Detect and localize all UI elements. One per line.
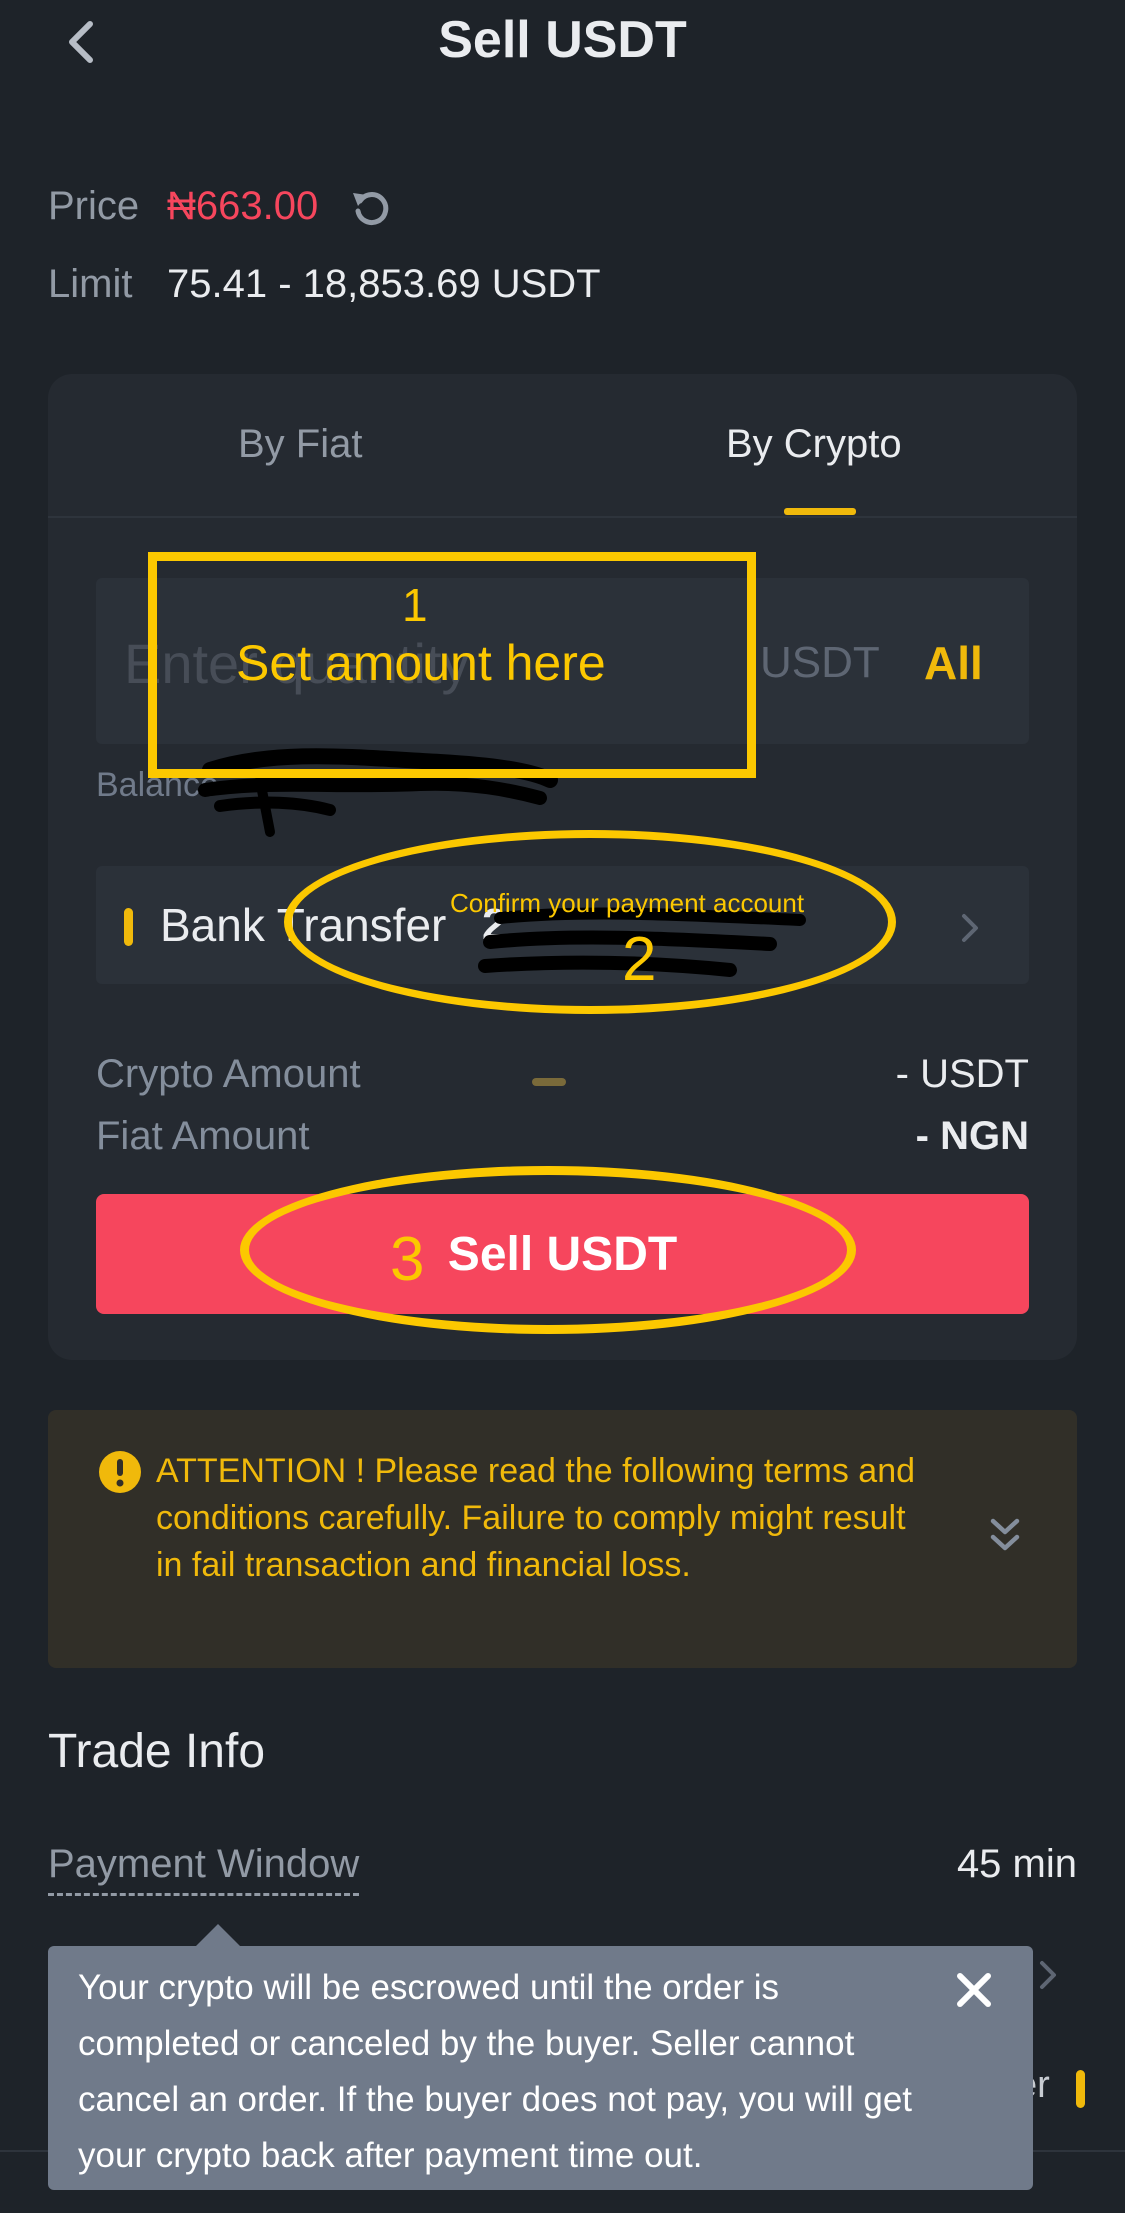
row-marker bbox=[1076, 2070, 1085, 2108]
smudge-mark bbox=[532, 1078, 566, 1086]
limit-label: Limit bbox=[48, 262, 133, 306]
close-icon[interactable] bbox=[952, 1968, 996, 2012]
chevron-right-icon[interactable] bbox=[956, 910, 984, 946]
payment-method-marker bbox=[124, 908, 133, 946]
price-value: ₦663.00 bbox=[167, 184, 319, 228]
chevron-right-icon[interactable] bbox=[1036, 1958, 1060, 1992]
annotation-text-1: Set amount here bbox=[236, 635, 606, 691]
tab-by-fiat[interactable]: By Fiat bbox=[238, 422, 362, 467]
quantity-unit: USDT bbox=[760, 638, 880, 687]
warning-icon bbox=[99, 1451, 141, 1493]
tooltip-arrow bbox=[196, 1924, 240, 1946]
crypto-amount-value: - USDT bbox=[895, 1052, 1029, 1096]
active-tab-indicator bbox=[784, 508, 856, 515]
annotation-ellipse-2 bbox=[284, 830, 896, 1014]
fiat-amount-label: Fiat Amount bbox=[96, 1114, 310, 1158]
trade-info-title: Trade Info bbox=[48, 1725, 266, 1778]
annotation-number-2: 2 bbox=[622, 925, 657, 994]
tab-divider bbox=[48, 516, 1077, 518]
annotation-ellipse-3 bbox=[240, 1166, 856, 1334]
annotation-text-2: Confirm your payment account bbox=[450, 888, 805, 918]
payment-window-label[interactable]: Payment Window bbox=[48, 1842, 360, 1896]
payment-window-value: 45 min bbox=[956, 1842, 1077, 1886]
attention-text: ATTENTION ! Please read the following te… bbox=[156, 1452, 916, 1584]
double-chevron-down-icon[interactable] bbox=[988, 1516, 1022, 1556]
annotation-number-3: 3 bbox=[390, 1225, 425, 1294]
price-label: Price bbox=[48, 184, 140, 228]
limit-value: 75.41 - 18,853.69 USDT bbox=[167, 262, 601, 306]
annotation-number-1: 1 bbox=[402, 579, 428, 631]
page-title: Sell USDT bbox=[438, 11, 687, 69]
refresh-icon[interactable] bbox=[350, 187, 392, 229]
tab-by-crypto[interactable]: By Crypto bbox=[726, 422, 902, 467]
crypto-amount-label: Crypto Amount bbox=[96, 1052, 361, 1096]
all-button[interactable]: All bbox=[924, 636, 983, 690]
fiat-amount-value: - NGN bbox=[915, 1114, 1029, 1158]
tooltip-text: Your crypto will be escrowed until the o… bbox=[78, 1968, 913, 2175]
